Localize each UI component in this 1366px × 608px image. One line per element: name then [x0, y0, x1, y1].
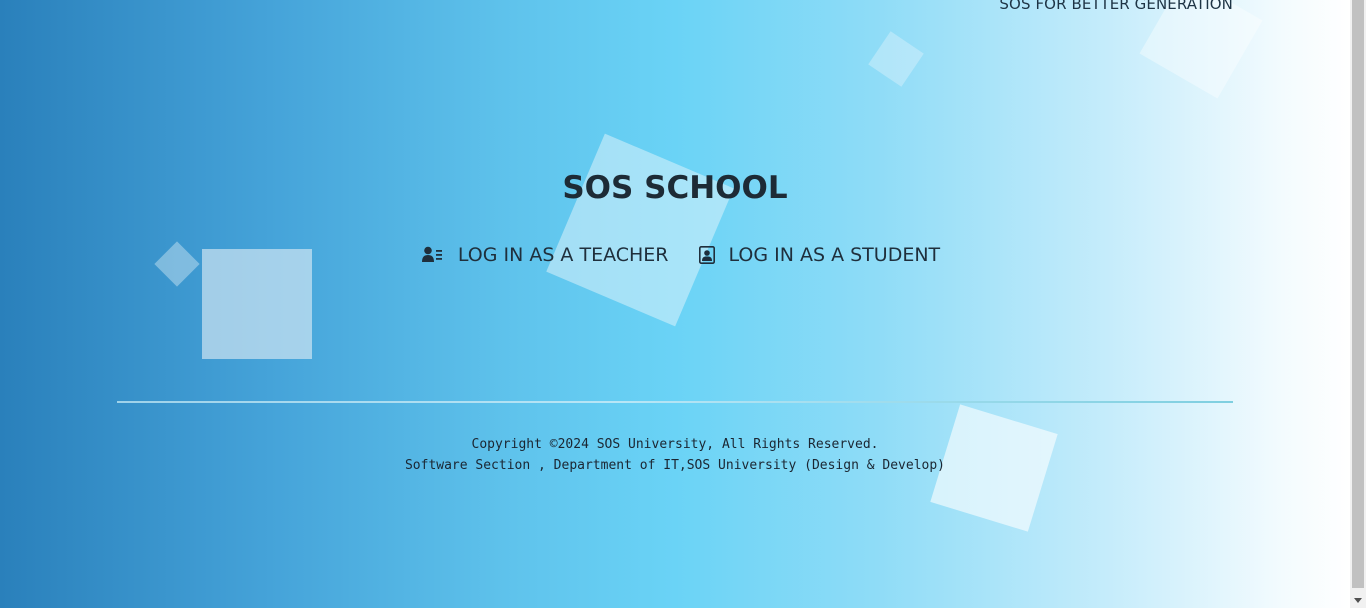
id-card-icon: [698, 246, 715, 264]
decorative-square: [868, 31, 924, 87]
credits-text: Software Section , Department of IT,SOS …: [404, 458, 946, 473]
copyright-text: Copyright ©2024 SOS University, All Righ…: [471, 437, 879, 452]
user-list-icon: [421, 246, 444, 264]
teacher-login-label: LOG IN AS A TEACHER: [457, 244, 669, 266]
decorative-square: [546, 133, 734, 327]
teacher-login-link[interactable]: LOG IN AS A TEACHER: [421, 244, 669, 266]
scrollbar-thumb[interactable]: [1352, 0, 1364, 588]
page-title: SOS SCHOOL: [562, 170, 788, 206]
scroll-down-arrow-icon[interactable]: [1354, 598, 1362, 603]
page: SOS FOR BETTER GENERATION SOS SCHOOL LOG…: [0, 0, 1350, 608]
decorative-square: [1139, 0, 1263, 99]
footer-divider: [117, 401, 1233, 403]
login-options: LOG IN AS A TEACHER LOG IN AS A STUDENT: [0, 244, 1350, 266]
student-login-link[interactable]: LOG IN AS A STUDENT: [698, 244, 941, 266]
tagline: SOS FOR BETTER GENERATION: [999, 0, 1233, 13]
student-login-label: LOG IN AS A STUDENT: [728, 244, 941, 266]
footer: Copyright ©2024 SOS University, All Righ…: [0, 434, 1350, 476]
vertical-scrollbar[interactable]: [1350, 0, 1366, 608]
